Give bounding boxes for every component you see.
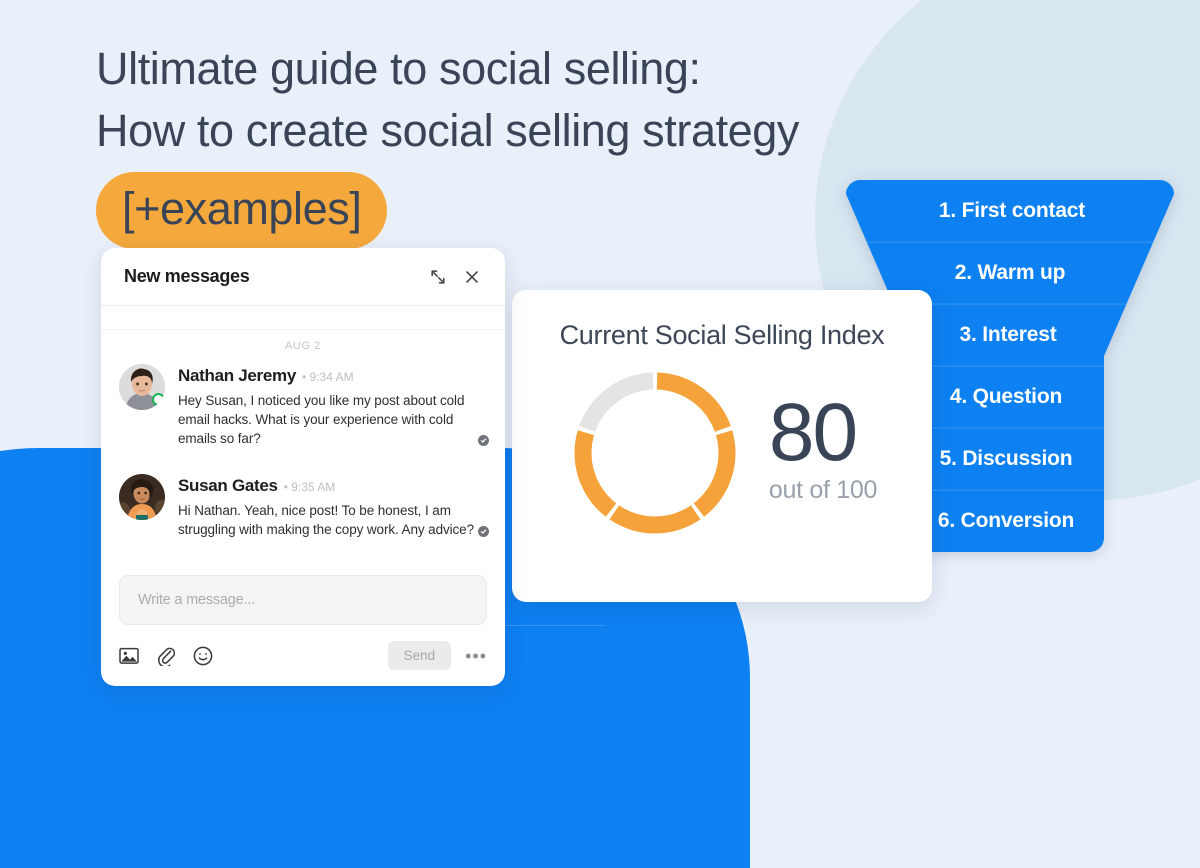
headline-examples-pill: [+examples] <box>96 172 388 249</box>
attachment-paperclip-icon[interactable] <box>157 646 175 666</box>
donut-segment <box>574 430 617 517</box>
expand-icon[interactable] <box>425 264 451 290</box>
donut-chart-svg <box>574 372 736 534</box>
donut-segment <box>609 505 701 534</box>
donut-segment <box>693 430 736 517</box>
composer-actions: Send ••• <box>387 641 487 670</box>
chat-message-header: Nathan Jeremy • 9:34 AM <box>178 366 487 386</box>
composer-attachment-icons <box>119 646 213 666</box>
chat-message-list: AUG 2 Nathan Jeremy • 9:34 AM Hey Susan,… <box>101 330 505 575</box>
message-input[interactable]: Write a message... <box>119 575 487 625</box>
chat-window: New messages AUG 2 Nathan Jeremy • 9:34 … <box>101 248 505 686</box>
chat-subbar <box>101 306 505 330</box>
chat-window-header: New messages <box>101 248 505 306</box>
more-options-icon[interactable]: ••• <box>465 647 487 665</box>
chat-message-header: Susan Gates • 9:35 AM <box>178 476 487 496</box>
social-selling-index-card: Current Social Selling Index 80 out of 1… <box>512 290 932 602</box>
chat-message-content: Susan Gates • 9:35 AM Hi Nathan. Yeah, n… <box>178 474 487 539</box>
donut-segment <box>656 372 731 432</box>
avatar <box>119 364 165 410</box>
close-icon[interactable] <box>459 264 485 290</box>
ssi-donut-chart <box>567 365 743 541</box>
composer-toolbar: Send ••• <box>119 641 487 670</box>
headline-block: Ultimate guide to social selling: How to… <box>96 38 799 249</box>
avatar <box>119 474 165 520</box>
chat-date-divider: AUG 2 <box>284 340 321 352</box>
ssi-card-body: 80 out of 100 <box>512 365 932 541</box>
ssi-score-value: 80 <box>768 386 858 478</box>
chat-message-time: • 9:35 AM <box>283 480 336 494</box>
chat-message: Nathan Jeremy • 9:34 AM Hey Susan, I not… <box>119 358 489 448</box>
read-receipt-icon <box>478 526 489 537</box>
chat-message-text: Hey Susan, I noticed you like my post ab… <box>178 393 465 446</box>
send-button[interactable]: Send <box>387 641 452 670</box>
chat-window-title: New messages <box>124 266 250 286</box>
chat-message-text: Hi Nathan. Yeah, nice post! To be honest… <box>178 503 475 537</box>
image-icon[interactable] <box>119 647 139 665</box>
ssi-score-block: 80 out of 100 <box>768 386 878 511</box>
ssi-score-max: out of 100 <box>768 476 878 505</box>
read-receipt-icon <box>478 435 489 446</box>
emoji-icon[interactable] <box>193 646 213 666</box>
chat-message-sender: Susan Gates <box>178 476 278 495</box>
chat-message-time: • 9:34 AM <box>302 370 354 384</box>
chat-composer-area: Write a message... Send ••• <box>101 575 505 686</box>
headline-line-1: Ultimate guide to social selling: <box>96 43 701 94</box>
message-input-placeholder: Write a message... <box>138 592 256 608</box>
donut-segment <box>579 372 654 432</box>
ssi-card-title: Current Social Selling Index <box>559 320 885 350</box>
headline-line-2: How to create social selling strategy <box>96 105 800 156</box>
online-status-dot <box>152 393 165 406</box>
chat-message: Susan Gates • 9:35 AM Hi Nathan. Yeah, n… <box>119 468 489 539</box>
chat-message-sender: Nathan Jeremy <box>178 366 296 385</box>
avatar-image-susan <box>119 474 165 520</box>
chat-message-content: Nathan Jeremy • 9:34 AM Hey Susan, I not… <box>178 364 487 448</box>
